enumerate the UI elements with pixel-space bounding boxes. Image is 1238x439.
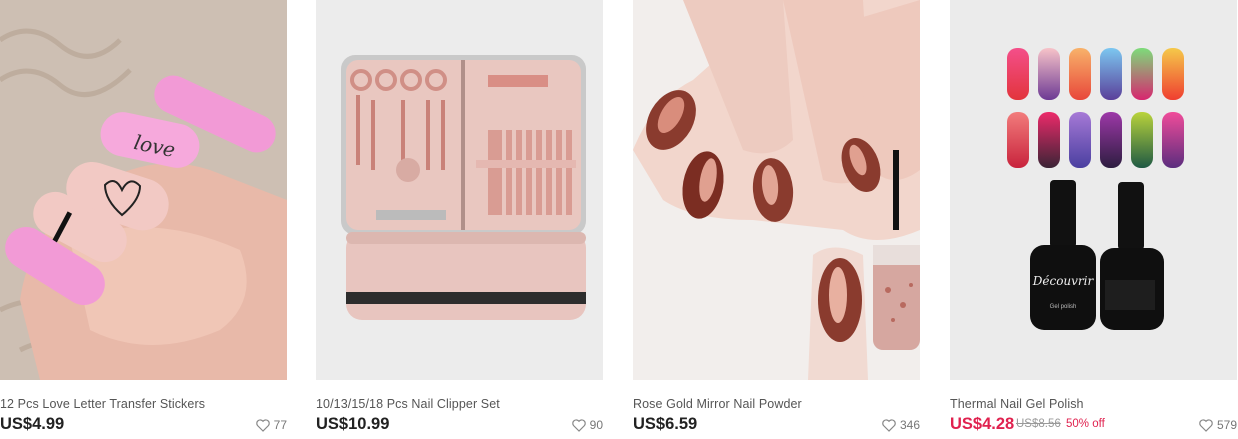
heart-icon [571,418,586,432]
gel-polish-photo [950,0,1237,380]
original-price: US$8.56 [1016,418,1061,430]
wishlist-button[interactable]: 77 [255,417,287,433]
product-image[interactable] [633,0,920,380]
wishlist-button[interactable]: 579 [1199,417,1237,433]
product-price: US$6.59 [633,415,698,433]
product-price: US$10.99 [316,415,390,433]
discount-badge: 50% off [1066,418,1105,430]
bottle-type-label: Gel polish [1049,304,1077,310]
product-card[interactable]: love 12 Pcs Love Letter Transfer Sticker… [0,0,287,439]
heart-icon [1199,418,1213,432]
manicure-kit-photo [316,0,603,380]
product-title[interactable]: 10/13/15/18 Pcs Nail Clipper Set [316,397,603,411]
product-title[interactable]: 12 Pcs Love Letter Transfer Stickers [0,397,287,411]
price-row: US$4.28 US$8.56 50% off 579 [950,414,1237,436]
price-row: US$10.99 90 [316,414,603,436]
mirror-nails-photo [633,0,920,380]
product-title[interactable]: Rose Gold Mirror Nail Powder [633,397,920,411]
like-count: 77 [273,418,287,432]
product-grid: love 12 Pcs Love Letter Transfer Sticker… [0,0,1238,439]
price-row: US$6.59 346 [633,414,920,436]
sale-price: US$4.28 [950,415,1015,433]
like-count: 579 [1216,418,1237,432]
heart-icon [255,418,270,432]
price-row: US$4.99 77 [0,414,287,436]
wishlist-button[interactable]: 346 [882,417,920,433]
product-image[interactable]: Découvrir Gel polish [950,0,1237,380]
product-price: US$4.99 [0,415,65,433]
product-card[interactable]: 10/13/15/18 Pcs Nail Clipper Set US$10.9… [316,0,603,439]
like-count: 90 [589,418,603,432]
product-card[interactable]: Rose Gold Mirror Nail Powder US$6.59 346 [633,0,920,439]
product-card[interactable]: Découvrir Gel polish Thermal Nail Gel Po… [950,0,1237,439]
bottle-brand-label: Découvrir [1032,274,1094,288]
pink-nails-photo: love [0,0,287,380]
product-image[interactable] [316,0,603,380]
product-image[interactable]: love [0,0,287,380]
heart-icon [882,418,896,432]
like-count: 346 [899,418,920,432]
wishlist-button[interactable]: 90 [571,417,603,433]
product-title[interactable]: Thermal Nail Gel Polish [950,397,1237,411]
